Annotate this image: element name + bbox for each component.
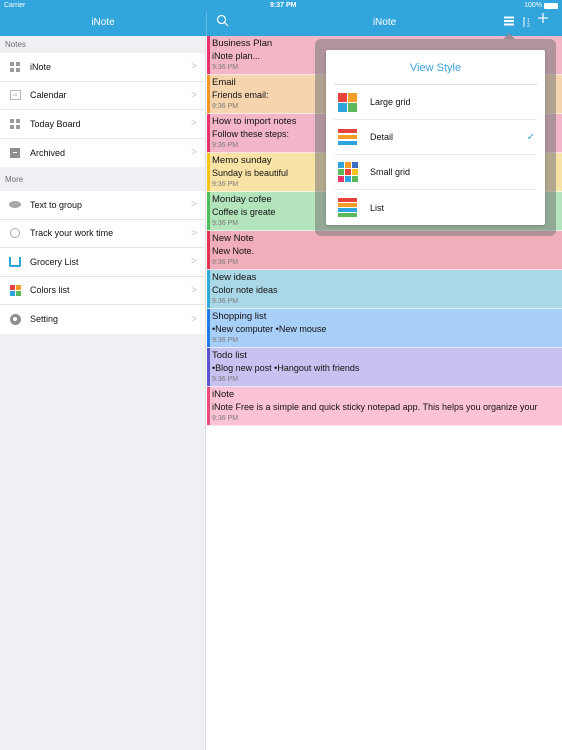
note-color-bar: [207, 36, 210, 74]
checkmark-icon: ✓: [526, 131, 535, 143]
gear-icon: [9, 313, 21, 325]
chat-bubble-icon: [9, 199, 21, 211]
chevron-right-icon: >: [191, 89, 197, 101]
chevron-right-icon: >: [191, 227, 197, 239]
note-color-bar: [207, 309, 210, 347]
note-title: Todo list: [212, 350, 247, 361]
chevron-right-icon: >: [191, 199, 197, 211]
chevron-right-icon: >: [191, 313, 197, 325]
note-time: 9:36 PM: [212, 415, 239, 422]
carrier-label: Carrier: [4, 2, 26, 9]
notes-section-list: iNote > 28 Calendar > Today Board > Arch…: [0, 53, 205, 167]
sidebar-item-label: Colors list: [30, 285, 70, 296]
view-option-label: List: [370, 202, 385, 213]
note-color-bar: [207, 231, 210, 269]
note-body: •Blog new post •Hangout with friends: [212, 363, 360, 373]
note-time: 9:36 PM: [212, 298, 239, 305]
sidebar-item-archived[interactable]: Archived >: [0, 139, 205, 168]
note-color-bar: [207, 348, 210, 386]
note-time: 9:36 PM: [212, 376, 239, 383]
grid-icon: [9, 118, 21, 130]
note-color-bar: [207, 387, 210, 425]
chevron-right-icon: >: [191, 284, 197, 296]
battery-percent: 100%: [524, 2, 542, 9]
note-time: 9:36 PM: [212, 337, 239, 344]
sidebar: Notes iNote > 28 Calendar > Today Board …: [0, 36, 206, 750]
sidebar-title: iNote: [91, 17, 115, 28]
sidebar-item-label: Today Board: [30, 118, 81, 129]
popover-title: View Style: [334, 50, 537, 85]
note-color-bar: [207, 114, 210, 152]
sidebar-item-label: iNote: [30, 61, 52, 72]
note-time: 9:36 PM: [212, 259, 239, 266]
status-time: 9:37 PM: [270, 2, 297, 9]
note-title: iNote: [212, 389, 235, 400]
status-bar: Carrier 9:37 PM 100%: [0, 0, 562, 12]
battery-icon: [544, 2, 558, 9]
note-title: New ideas: [212, 272, 257, 283]
view-option-small-grid[interactable]: Small grid: [334, 155, 537, 190]
note-color-bar: [207, 75, 210, 113]
sidebar-item-label: Text to group: [30, 199, 83, 210]
sidebar-item-label: Archived: [30, 147, 66, 158]
sidebar-item-label: Track your work time: [30, 228, 114, 239]
large-grid-icon: [338, 92, 358, 112]
sidebar-item-track-work-time[interactable]: Track your work time >: [0, 220, 205, 248]
view-option-label: Large grid: [370, 97, 411, 107]
stopwatch-icon: [9, 227, 21, 239]
archive-icon: [9, 147, 21, 159]
chevron-right-icon: >: [191, 61, 197, 73]
sidebar-item-label: Setting: [30, 314, 59, 325]
note-item[interactable]: Todo list •Blog new post •Hangout with fr…: [207, 348, 562, 387]
note-item[interactable]: New Note New Note. 9:36 PM: [207, 231, 562, 270]
note-body: Color note ideas: [212, 285, 278, 295]
chevron-right-icon: >: [191, 256, 197, 268]
note-title: Shopping list: [212, 311, 267, 322]
top-bar: Carrier 9:37 PM 100% iNote iNote 12: [0, 0, 562, 36]
note-body: •New computer •New mouse: [212, 324, 327, 334]
sidebar-item-today-board[interactable]: Today Board >: [0, 110, 205, 139]
small-grid-icon: [338, 162, 358, 182]
note-item[interactable]: New ideas Color note ideas 9:36 PM: [207, 270, 562, 309]
search-icon[interactable]: [216, 14, 229, 30]
add-icon[interactable]: [537, 12, 549, 28]
sidebar-item-calendar[interactable]: 28 Calendar >: [0, 82, 205, 110]
sort-icon[interactable]: 12: [521, 16, 533, 34]
view-option-list[interactable]: List: [334, 190, 537, 225]
list-icon: [338, 198, 358, 217]
view-option-label: Detail: [370, 132, 394, 142]
calendar-icon: 28: [9, 89, 21, 101]
svg-text:2: 2: [527, 23, 530, 28]
grid-icon: [9, 61, 21, 73]
cart-icon: [9, 256, 21, 268]
view-option-detail[interactable]: Detail ✓: [334, 120, 537, 155]
colors-icon: [9, 284, 21, 296]
sidebar-item-setting[interactable]: Setting >: [0, 305, 205, 334]
sidebar-item-grocery-list[interactable]: Grocery List >: [0, 248, 205, 277]
note-color-bar: [207, 192, 210, 230]
detail-icon: [338, 129, 358, 145]
note-body: New Note.: [212, 246, 255, 256]
sidebar-item-text-to-group[interactable]: Text to group >: [0, 191, 205, 220]
note-color-bar: [207, 270, 210, 308]
note-body: iNote Free is a simple and quick sticky …: [212, 402, 538, 412]
chevron-right-icon: >: [191, 147, 197, 159]
more-section-header: More: [5, 175, 24, 184]
sidebar-item-colors-list[interactable]: Colors list >: [0, 277, 205, 305]
view-style-popover: View Style Large grid Detail ✓ Small gri…: [326, 50, 545, 225]
note-color-bar: [207, 153, 210, 191]
view-option-large-grid[interactable]: Large grid: [334, 85, 537, 120]
view-option-label: Small grid: [370, 167, 411, 177]
battery-indicator: 100%: [524, 2, 558, 9]
sidebar-item-inote[interactable]: iNote >: [0, 53, 205, 82]
notes-section-header: Notes: [5, 40, 26, 49]
view-style-icon[interactable]: [503, 14, 515, 30]
chevron-right-icon: >: [191, 118, 197, 130]
sidebar-item-label: Calendar: [30, 90, 67, 101]
note-item[interactable]: iNote iNote Free is a simple and quick st…: [207, 387, 562, 426]
more-section-list: Text to group > Track your work time > G…: [0, 191, 205, 334]
sidebar-item-label: Grocery List: [30, 256, 79, 267]
note-item[interactable]: Shopping list •New computer •New mouse 9:3…: [207, 309, 562, 348]
